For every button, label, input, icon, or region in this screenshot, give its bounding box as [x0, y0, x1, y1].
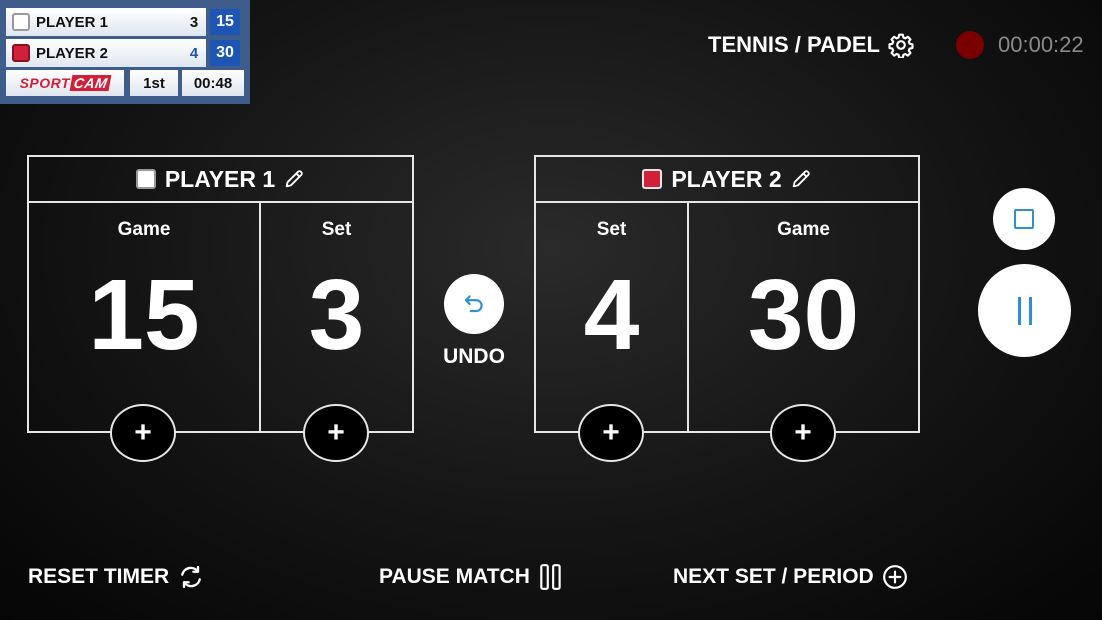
player2-set-label: Set — [596, 219, 627, 240]
player2-game-cell: Game 30 + — [689, 203, 918, 462]
player2-header[interactable]: PLAYER 2 — [536, 157, 918, 203]
pause-recording-button[interactable] — [978, 264, 1071, 357]
player1-set-cell: Set 3 + — [261, 203, 412, 462]
player1-set-value: 3 — [308, 259, 365, 371]
logo-text-cam: CAM — [69, 75, 112, 91]
mini-player1-name: PLAYER 1 — [36, 13, 108, 31]
player2-panel: PLAYER 2 Set 4 + Game 30 + — [534, 155, 920, 462]
logo-text-sport: SPORT — [19, 75, 71, 91]
player1-color-swatch — [12, 13, 30, 31]
mini-player2-set: 4 — [189, 44, 199, 62]
player1-game-cell: Game 15 + — [29, 203, 259, 462]
player2-set-value: 4 — [583, 259, 640, 371]
player1-color-checkbox[interactable] — [135, 169, 156, 189]
player1-header[interactable]: PLAYER 1 — [29, 157, 412, 203]
refresh-icon — [181, 565, 202, 589]
mini-player1-bar: PLAYER 1 — [6, 8, 206, 36]
recording-time: 00:00:22 — [998, 32, 1084, 57]
pause-match-button[interactable]: PAUSE MATCH — [379, 562, 564, 592]
plus-circle-icon — [882, 565, 907, 589]
mini-player2-name: PLAYER 2 — [36, 44, 108, 62]
pencil-icon[interactable] — [283, 168, 305, 190]
reset-timer-button[interactable]: RESET TIMER — [28, 562, 205, 592]
undo-button[interactable] — [444, 274, 504, 334]
undo-label[interactable]: UNDO — [434, 345, 514, 369]
player1-name: PLAYER 1 — [164, 165, 276, 192]
mini-player2-game: 30 — [210, 40, 240, 66]
undo-icon — [464, 295, 483, 313]
player1-panel: PLAYER 1 Game 15 + Set 3 + — [27, 155, 414, 462]
pause-match-label: PAUSE MATCH — [379, 565, 530, 588]
next-set-label: NEXT SET / PERIOD — [673, 565, 874, 588]
next-set-button[interactable]: NEXT SET / PERIOD — [673, 562, 908, 592]
stop-icon — [1014, 209, 1034, 229]
player1-set-plus-button[interactable]: + — [303, 404, 369, 462]
recording-indicator — [956, 31, 984, 59]
player2-game-value: 30 — [747, 259, 860, 371]
player1-game-plus-button[interactable]: + — [110, 404, 176, 462]
mini-scoreboard: PLAYER 1 3 15 PLAYER 2 4 30 SPORT CAM 1s… — [0, 0, 250, 104]
mini-period: 1st — [130, 70, 178, 96]
player2-set-plus-button[interactable]: + — [578, 404, 644, 462]
mini-player1-set: 3 — [189, 13, 199, 31]
pencil-icon[interactable] — [790, 168, 812, 190]
player1-game-label: Game — [117, 219, 171, 240]
mini-row-player2: PLAYER 2 4 30 — [6, 39, 244, 67]
player1-set-label: Set — [321, 219, 352, 240]
mini-clock: 00:48 — [182, 70, 244, 96]
player2-game-label: Game — [777, 219, 830, 240]
reset-timer-label: RESET TIMER — [28, 565, 170, 588]
sportcam-logo: SPORT CAM — [6, 70, 124, 96]
gear-icon — [888, 33, 914, 58]
mini-player2-bar: PLAYER 2 — [6, 39, 206, 67]
mini-row-player1: PLAYER 1 3 15 — [6, 8, 244, 36]
player2-game-plus-button[interactable]: + — [770, 404, 836, 462]
player2-color-swatch — [12, 44, 30, 62]
stop-recording-button[interactable] — [993, 188, 1055, 250]
player1-game-value: 15 — [88, 259, 200, 371]
player2-name: PLAYER 2 — [671, 165, 782, 192]
mini-footer: SPORT CAM 1st 00:48 — [6, 70, 244, 96]
sport-selector[interactable]: TENNIS / PADEL — [708, 30, 914, 60]
pause-bars-icon — [540, 564, 561, 590]
mini-player1-game: 15 — [210, 9, 240, 35]
pause-icon — [1014, 296, 1036, 325]
sport-label: TENNIS / PADEL — [708, 32, 880, 57]
player2-set-cell: Set 4 + — [536, 203, 687, 462]
player2-color-checkbox[interactable] — [642, 169, 663, 189]
